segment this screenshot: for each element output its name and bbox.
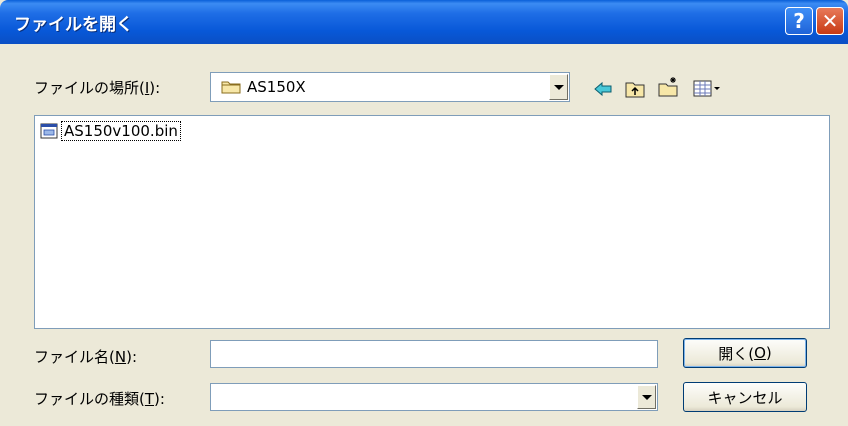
help-icon: ? [793, 9, 805, 33]
look-in-dropdown-button[interactable] [549, 74, 568, 100]
close-icon: ✕ [821, 9, 839, 33]
back-arrow-icon[interactable] [592, 78, 614, 100]
file-type-dropdown-button[interactable] [637, 385, 656, 409]
view-menu-icon[interactable] [692, 78, 722, 100]
open-file-dialog: ファイルを開く ? ✕ ファイルの場所(I): AS150X AS150v100… [0, 0, 848, 426]
bin-file-icon [40, 123, 58, 139]
up-folder-icon[interactable] [624, 78, 646, 100]
help-button[interactable]: ? [785, 7, 813, 35]
dialog-title: ファイルを開く [14, 15, 133, 35]
chevron-down-icon [641, 394, 652, 400]
look-in-combo[interactable]: AS150X [210, 72, 570, 102]
close-button[interactable]: ✕ [816, 7, 844, 35]
title-bar[interactable]: ファイルを開く ? ✕ [0, 0, 848, 44]
open-button[interactable]: 開く(O) [683, 338, 807, 368]
cancel-button[interactable]: キャンセル [683, 382, 807, 412]
file-name-label: ファイル名(N): [34, 348, 137, 366]
look-in-label: ファイルの場所(I): [34, 79, 161, 97]
file-type-select[interactable] [210, 383, 658, 411]
new-folder-icon[interactable] [657, 76, 679, 98]
chevron-down-icon [553, 84, 564, 90]
file-name-input[interactable] [210, 340, 658, 368]
file-list[interactable]: AS150v100.bin [34, 115, 830, 329]
file-name: AS150v100.bin [61, 121, 181, 141]
look-in-value: AS150X [247, 78, 306, 96]
folder-icon [221, 81, 241, 94]
file-type-label: ファイルの種類(T): [34, 390, 165, 408]
list-item[interactable]: AS150v100.bin [40, 121, 181, 141]
